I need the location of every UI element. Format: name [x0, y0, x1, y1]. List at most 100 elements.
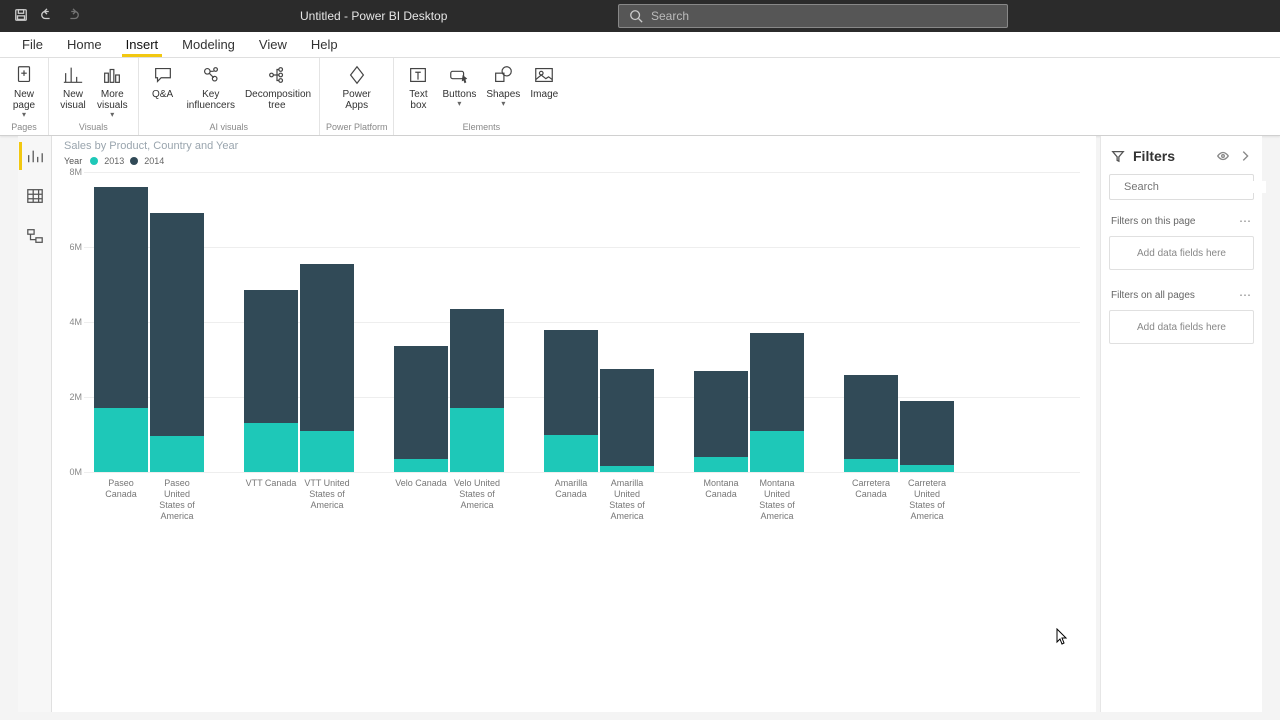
- report-view-button[interactable]: [19, 142, 47, 170]
- tree-icon: [265, 64, 289, 86]
- data-view-button[interactable]: [21, 182, 49, 210]
- stacked-bar[interactable]: Montana Canada: [694, 371, 748, 472]
- bar-segment-2014: [544, 330, 598, 435]
- buttons-button[interactable]: Buttons ▾: [438, 60, 480, 110]
- bar-segment-2013: [450, 408, 504, 472]
- group-label-visuals: Visuals: [79, 122, 108, 133]
- ribbon-group-elements: Text box Buttons ▾ Shapes ▾ Image Elemen…: [394, 58, 568, 135]
- stacked-bar[interactable]: VTT Canada: [244, 290, 298, 472]
- filters-search[interactable]: [1109, 174, 1254, 200]
- more-visuals-button[interactable]: More visuals ▾: [93, 60, 132, 121]
- redo-icon[interactable]: [66, 8, 80, 25]
- x-axis-label: Paseo United States of America: [150, 472, 204, 522]
- stacked-bar[interactable]: Amarilla United States of America: [600, 369, 654, 472]
- global-search-input[interactable]: [651, 9, 997, 23]
- bar-segment-2014: [600, 369, 654, 467]
- chevron-down-icon: ▾: [22, 110, 26, 119]
- chart[interactable]: Sales by Product, Country and Year Year …: [64, 140, 1080, 472]
- bar-cluster: Montana CanadaMontana United States of A…: [694, 172, 804, 472]
- bar-segment-2013: [844, 459, 898, 472]
- x-axis-label: VTT United States of America: [300, 472, 354, 511]
- report-canvas[interactable]: Sales by Product, Country and Year Year …: [52, 136, 1096, 712]
- tab-modeling[interactable]: Modeling: [172, 33, 245, 56]
- stacked-bar[interactable]: Amarilla Canada: [544, 330, 598, 473]
- x-axis-label: Carretera Canada: [844, 472, 898, 500]
- bar-segment-2013: [544, 435, 598, 473]
- bar-segment-2014: [900, 401, 954, 465]
- filters-title: Filters: [1133, 148, 1208, 164]
- filters-search-input[interactable]: [1124, 181, 1266, 193]
- key-influencers-label: Key influencers: [187, 89, 235, 111]
- filters-all-header: Filters on all pages: [1111, 290, 1195, 301]
- ribbon-group-powerplatform: Power Apps Power Platform: [320, 58, 395, 135]
- column-chart-icon: [100, 64, 124, 86]
- tab-home[interactable]: Home: [57, 33, 112, 56]
- y-tick: 4M: [69, 317, 82, 327]
- save-icon[interactable]: [14, 8, 28, 25]
- tab-help[interactable]: Help: [301, 33, 348, 56]
- ribbon-tabs: File Home Insert Modeling View Help: [0, 32, 1280, 58]
- bar-segment-2013: [300, 431, 354, 472]
- filters-pane: Filters Filters on this page ⋯ Add data f…: [1100, 136, 1262, 712]
- x-axis-label: Velo United States of America: [450, 472, 504, 511]
- decomposition-tree-button[interactable]: Decomposition tree: [241, 60, 313, 113]
- tab-view[interactable]: View: [249, 33, 297, 56]
- search-icon: [629, 9, 643, 23]
- x-axis-label: Montana Canada: [694, 472, 748, 500]
- image-button[interactable]: Image: [526, 60, 562, 102]
- group-label-elements: Elements: [463, 122, 501, 133]
- chevron-down-icon: ▾: [110, 110, 114, 119]
- stacked-bar[interactable]: Paseo Canada: [94, 187, 148, 472]
- ribbon: New page ▾ Pages New visual More visuals…: [0, 58, 1280, 136]
- cursor-icon: [1056, 628, 1068, 646]
- new-page-button[interactable]: New page ▾: [6, 60, 42, 121]
- filters-page-dropzone[interactable]: Add data fields here: [1109, 236, 1254, 270]
- view-switcher: [18, 136, 52, 712]
- new-page-label: New page: [13, 89, 35, 111]
- global-search[interactable]: [618, 4, 1008, 28]
- textbox-label: Text box: [409, 89, 427, 111]
- key-influencers-button[interactable]: Key influencers: [183, 60, 239, 113]
- x-axis-label: VTT Canada: [244, 472, 298, 489]
- bar-segment-2013: [900, 465, 954, 473]
- stacked-bar[interactable]: VTT United States of America: [300, 264, 354, 472]
- chevron-right-icon[interactable]: [1238, 149, 1252, 163]
- shapes-icon: [491, 64, 515, 86]
- stacked-bar[interactable]: Velo United States of America: [450, 309, 504, 472]
- chevron-down-icon: ▾: [457, 99, 461, 108]
- y-tick: 0M: [69, 467, 82, 477]
- more-icon[interactable]: ⋯: [1239, 288, 1252, 302]
- filters-page-header: Filters on this page: [1111, 216, 1196, 227]
- bar-segment-2014: [150, 213, 204, 436]
- x-axis-label: Amarilla Canada: [544, 472, 598, 500]
- x-axis-label: Carretera United States of America: [900, 472, 954, 522]
- bar-segment-2013: [694, 457, 748, 472]
- legend-title: Year: [64, 156, 82, 166]
- eye-icon[interactable]: [1216, 149, 1230, 163]
- model-view-button[interactable]: [21, 222, 49, 250]
- ribbon-group-visuals: New visual More visuals ▾ Visuals: [49, 58, 139, 135]
- filters-all-dropzone[interactable]: Add data fields here: [1109, 310, 1254, 344]
- x-axis-label: Paseo Canada: [94, 472, 148, 500]
- qna-button[interactable]: Q&A: [145, 60, 181, 102]
- shapes-button[interactable]: Shapes ▾: [482, 60, 524, 110]
- stacked-bar[interactable]: Paseo United States of America: [150, 213, 204, 472]
- textbox-button[interactable]: Text box: [400, 60, 436, 113]
- bar-segment-2014: [94, 187, 148, 408]
- new-visual-button[interactable]: New visual: [55, 60, 91, 113]
- power-apps-button[interactable]: Power Apps: [339, 60, 375, 113]
- y-tick: 8M: [69, 167, 82, 177]
- stacked-bar[interactable]: Carretera United States of America: [900, 401, 954, 472]
- bar-cluster: Amarilla CanadaAmarilla United States of…: [544, 172, 654, 472]
- stacked-bar[interactable]: Montana United States of America: [750, 333, 804, 472]
- bar-cluster: Carretera CanadaCarretera United States …: [844, 172, 954, 472]
- stacked-bar[interactable]: Velo Canada: [394, 346, 448, 472]
- more-icon[interactable]: ⋯: [1239, 214, 1252, 228]
- tab-insert[interactable]: Insert: [116, 33, 169, 56]
- bar-segment-2013: [244, 423, 298, 472]
- powerapps-icon: [345, 64, 369, 86]
- undo-icon[interactable]: [40, 8, 54, 25]
- stacked-bar[interactable]: Carretera Canada: [844, 375, 898, 473]
- tab-file[interactable]: File: [12, 33, 53, 56]
- legend-swatch-2013: [90, 157, 98, 165]
